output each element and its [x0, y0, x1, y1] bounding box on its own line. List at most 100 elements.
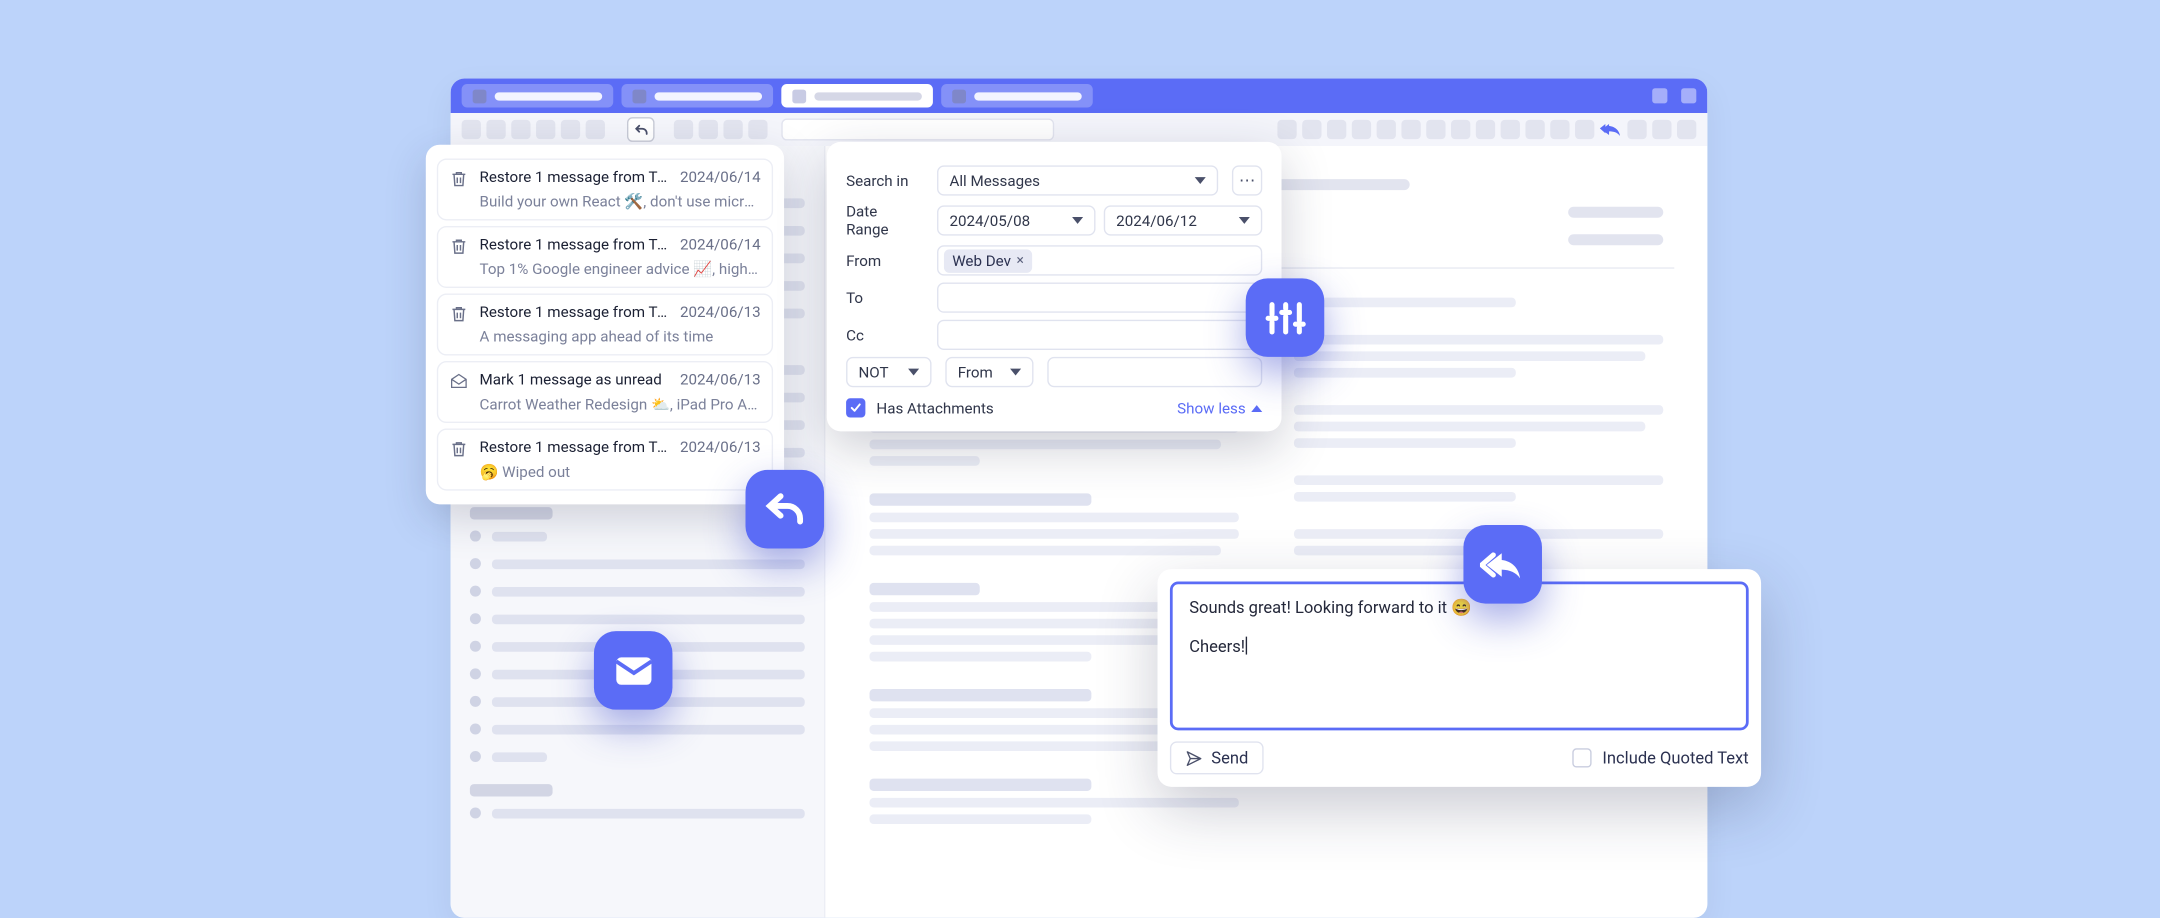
tab-active[interactable]	[781, 84, 933, 107]
search-more-button[interactable]: ⋯	[1232, 165, 1262, 195]
from-tag-label: Web Dev	[952, 251, 1011, 269]
toolbar-placeholder	[1652, 120, 1671, 139]
trash-icon	[449, 440, 468, 459]
toolbar-placeholder	[699, 120, 718, 139]
toolbar-placeholder	[1525, 120, 1544, 139]
show-less-label: Show less	[1177, 399, 1246, 417]
trash-icon	[449, 237, 468, 256]
toolbar-placeholder	[1627, 120, 1646, 139]
undo-item[interactable]: Mark 1 message as unread 2024/06/13 Carr…	[437, 361, 773, 423]
send-icon	[1185, 749, 1203, 767]
reply-line2: Cheers!	[1189, 637, 1246, 656]
chevron-up-icon	[1251, 404, 1262, 411]
undo-item-title: Restore 1 message from Trash	[480, 303, 669, 321]
has-attachments-label: Has Attachments	[876, 399, 1177, 417]
bool-operator-select[interactable]: NOT	[846, 357, 931, 387]
extra-condition-input[interactable]	[1047, 357, 1262, 387]
chevron-down-icon	[1195, 177, 1206, 184]
send-button-label: Send	[1211, 748, 1248, 767]
feature-badge-mail	[594, 631, 673, 710]
toolbar-placeholder	[511, 120, 530, 139]
include-quoted-checkbox[interactable]	[1572, 748, 1591, 767]
has-attachments-checkbox[interactable]	[846, 398, 865, 417]
toolbar-placeholder	[1501, 120, 1520, 139]
reply-line1: Sounds great! Looking forward to it 😄	[1189, 598, 1472, 617]
sliders-icon	[1262, 294, 1309, 341]
toolbar-placeholder	[536, 120, 555, 139]
undo-item-title: Restore 1 message from Trash	[480, 168, 669, 186]
reply-all-icon[interactable]	[1600, 121, 1622, 138]
date-from-select[interactable]: 2024/05/08	[937, 205, 1095, 235]
toolbar-undo-highlighted[interactable]	[627, 117, 655, 142]
toolbar-placeholder	[1377, 120, 1396, 139]
toolbar-placeholder	[1451, 120, 1470, 139]
bool-operator-value: NOT	[858, 363, 888, 381]
chevron-down-icon	[908, 369, 919, 376]
window-button-1[interactable]	[1652, 88, 1667, 103]
trash-icon	[449, 169, 468, 188]
toolbar-placeholder	[486, 120, 505, 139]
field-select-value: From	[958, 363, 993, 381]
undo-item-date: 2024/06/13	[680, 371, 761, 389]
mail-open-icon	[449, 372, 468, 391]
field-select[interactable]: From	[945, 357, 1033, 387]
reply-textarea[interactable]: Sounds great! Looking forward to it 😄 Ch…	[1170, 582, 1749, 731]
toolbar-placeholder	[1550, 120, 1569, 139]
search-in-select[interactable]: All Messages	[937, 165, 1218, 195]
toolbar-search-slot[interactable]	[781, 119, 1054, 141]
search-in-value: All Messages	[949, 172, 1040, 190]
show-less-link[interactable]: Show less	[1177, 399, 1262, 417]
window-button-2[interactable]	[1681, 88, 1696, 103]
toolbar-placeholder	[1277, 120, 1296, 139]
toolbar-placeholder	[462, 120, 481, 139]
tab-1[interactable]	[462, 84, 614, 107]
toolbar-placeholder	[674, 120, 693, 139]
date-to-select[interactable]: 2024/06/12	[1104, 205, 1262, 235]
undo-item-subtitle: A messaging app ahead of its time	[480, 328, 761, 346]
toolbar-placeholder	[1302, 120, 1321, 139]
tab-2[interactable]	[621, 84, 773, 107]
cc-input[interactable]	[937, 320, 1262, 350]
date-from-value: 2024/05/08	[949, 212, 1030, 230]
undo-item-date: 2024/06/13	[680, 438, 761, 456]
trash-icon	[449, 305, 468, 324]
advanced-search-panel: Search in All Messages ⋯ Date Range 2024…	[827, 142, 1282, 431]
from-label: From	[846, 251, 923, 269]
undo-item[interactable]: Restore 1 message from Trash 2024/06/14 …	[437, 158, 773, 220]
undo-item[interactable]: Restore 1 message from Trash 2024/06/13 …	[437, 429, 773, 491]
undo-item-title: Restore 1 message from Trash	[480, 438, 669, 456]
cc-label: Cc	[846, 326, 923, 344]
undo-item-subtitle: Carrot Weather Redesign ⛅, iPad Pro Ad R…	[480, 395, 761, 413]
from-tag[interactable]: Web Dev ×	[944, 249, 1032, 272]
toolbar-placeholder	[1575, 120, 1594, 139]
toolbar-placeholder	[1426, 120, 1445, 139]
toolbar-placeholder	[1401, 120, 1420, 139]
undo-item-date: 2024/06/13	[680, 303, 761, 321]
undo-item-title: Restore 1 message from Trash	[480, 236, 669, 254]
toolbar-placeholder	[1327, 120, 1346, 139]
toolbar-placeholder	[586, 120, 605, 139]
undo-item-subtitle: 🥱 Wiped out	[480, 463, 761, 481]
from-input[interactable]: Web Dev ×	[937, 245, 1262, 275]
toolbar-placeholder	[748, 120, 767, 139]
undo-item[interactable]: Restore 1 message from Trash 2024/06/13 …	[437, 294, 773, 356]
reply-all-icon	[1479, 541, 1526, 588]
to-label: To	[846, 289, 923, 307]
undo-item-date: 2024/06/14	[680, 168, 761, 186]
undo-item[interactable]: Restore 1 message from Trash 2024/06/14 …	[437, 226, 773, 288]
chevron-down-icon	[1072, 217, 1083, 224]
to-input[interactable]	[937, 282, 1262, 312]
undo-icon	[761, 486, 808, 533]
undo-icon	[632, 121, 650, 139]
search-in-label: Search in	[846, 172, 923, 190]
toolbar-placeholder	[561, 120, 580, 139]
toolbar-placeholder	[1677, 120, 1696, 139]
date-to-value: 2024/06/12	[1116, 212, 1197, 230]
send-button[interactable]: Send	[1170, 741, 1264, 774]
close-icon[interactable]: ×	[1016, 253, 1023, 268]
check-icon	[849, 401, 863, 415]
tab-bar	[451, 79, 1708, 113]
tab-4[interactable]	[941, 84, 1093, 107]
feature-badge-undo	[745, 470, 824, 549]
undo-item-date: 2024/06/14	[680, 236, 761, 254]
